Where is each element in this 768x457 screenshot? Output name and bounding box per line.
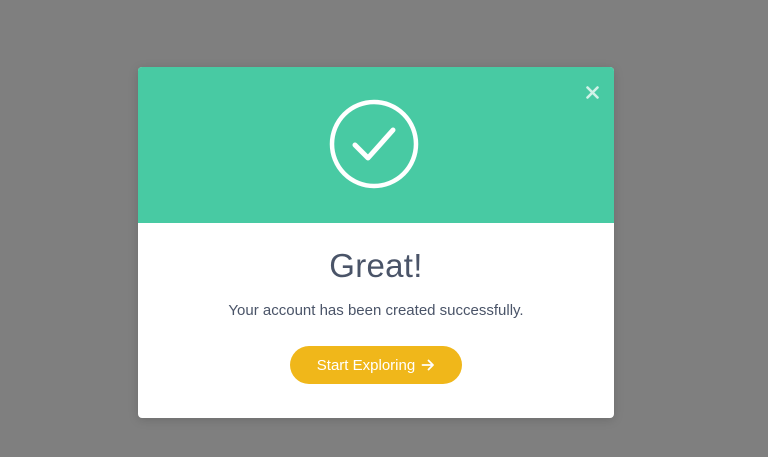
close-button[interactable] [582, 82, 602, 102]
modal-body: Great! Your account has been created suc… [138, 223, 614, 418]
success-modal: Great! Your account has been created suc… [138, 67, 614, 418]
close-icon [585, 85, 599, 99]
start-exploring-button[interactable]: Start Exploring [290, 346, 462, 384]
modal-title: Great! [329, 247, 423, 284]
check-circle-icon [329, 99, 419, 189]
arrow-right-icon [421, 359, 435, 371]
start-exploring-label: Start Exploring [316, 356, 416, 374]
modal-header [138, 67, 614, 223]
modal-message: Your account has been created successful… [228, 302, 524, 319]
